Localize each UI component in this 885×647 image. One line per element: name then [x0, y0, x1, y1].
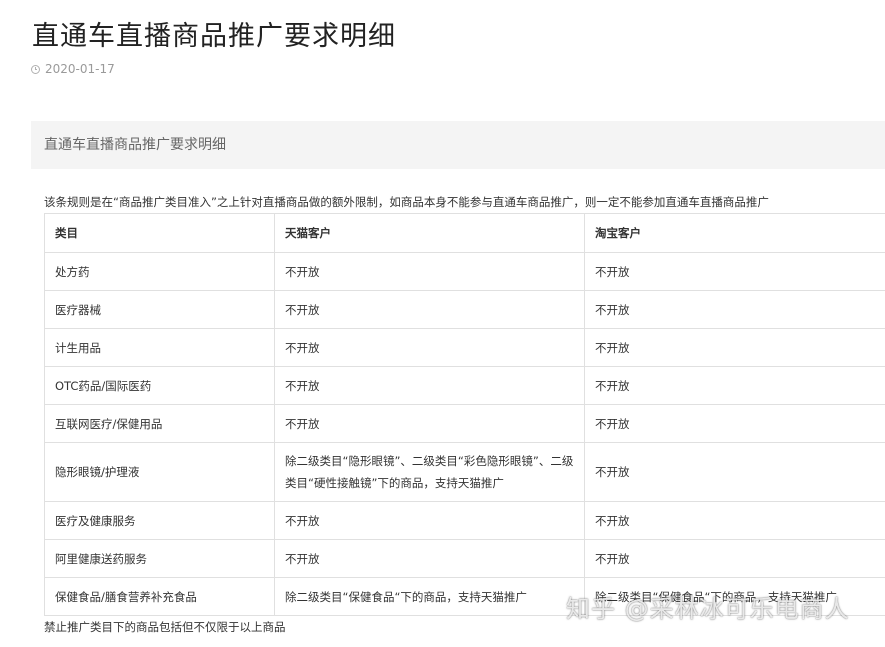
cell-tmall: 不开放	[274, 366, 585, 405]
cell-taobao: 不开放	[584, 252, 885, 291]
cell-taobao: 不开放	[584, 366, 885, 405]
rules-table: 类目 天猫客户 淘宝客户 处方药 不开放 不开放 医疗器械 不开放 不开放 计生…	[44, 213, 885, 616]
cell-category: OTC药品/国际医药	[44, 366, 275, 405]
footer-note: 禁止推广类目下的商品包括但不仅限于以上商品	[44, 620, 286, 634]
cell-category: 计生用品	[44, 328, 275, 367]
header-category: 类目	[44, 213, 275, 253]
cell-taobao: 不开放	[584, 539, 885, 578]
table-row: 计生用品 不开放 不开放	[44, 328, 885, 367]
header-taobao: 淘宝客户	[584, 213, 885, 253]
table-row: 处方药 不开放 不开放	[44, 252, 885, 291]
cell-tmall: 不开放	[274, 252, 585, 291]
publish-date: 2020-01-17	[31, 62, 115, 76]
cell-category: 医疗及健康服务	[44, 501, 275, 540]
cell-taobao: 不开放	[584, 501, 885, 540]
cell-category: 互联网医疗/保健用品	[44, 404, 275, 443]
table-header-row: 类目 天猫客户 淘宝客户	[44, 213, 885, 253]
cell-tmall: 除二级类目“隐形眼镜”、二级类目“彩色隐形眼镜”、二级类目“硬性接触镜”下的商品…	[274, 442, 585, 502]
cell-category: 保健食品/膳食营养补充食品	[44, 577, 275, 616]
cell-tmall: 不开放	[274, 501, 585, 540]
section-header: 直通车直播商品推广要求明细	[31, 121, 885, 169]
cell-taobao: 不开放	[584, 404, 885, 443]
cell-tmall: 不开放	[274, 328, 585, 367]
intro-text: 该条规则是在“商品推广类目准入”之上针对直播商品做的额外限制，如商品本身不能参与…	[44, 195, 769, 209]
article-page: 直通车直播商品推广要求明细 2020-01-17 直通车直播商品推广要求明细 该…	[0, 0, 885, 647]
table-row: 隐形眼镜/护理液 除二级类目“隐形眼镜”、二级类目“彩色隐形眼镜”、二级类目“硬…	[44, 442, 885, 502]
header-tmall: 天猫客户	[274, 213, 585, 253]
table-row: 医疗器械 不开放 不开放	[44, 290, 885, 329]
cell-category: 阿里健康送药服务	[44, 539, 275, 578]
cell-tmall: 除二级类目“保健食品“下的商品，支持天猫推广	[274, 577, 585, 616]
page-title: 直通车直播商品推广要求明细	[32, 21, 396, 52]
cell-category: 医疗器械	[44, 290, 275, 329]
cell-taobao: 不开放	[584, 290, 885, 329]
cell-category: 处方药	[44, 252, 275, 291]
cell-taobao: 不开放	[584, 328, 885, 367]
table-row: 医疗及健康服务 不开放 不开放	[44, 501, 885, 540]
cell-tmall: 不开放	[274, 539, 585, 578]
cell-tmall: 不开放	[274, 404, 585, 443]
cell-taobao: 不开放	[584, 442, 885, 502]
clock-icon	[31, 64, 40, 74]
cell-tmall: 不开放	[274, 290, 585, 329]
watermark: 知乎 @采林冰可乐电商人	[566, 595, 850, 623]
publish-date-text: 2020-01-17	[45, 62, 115, 76]
table-row: 阿里健康送药服务 不开放 不开放	[44, 539, 885, 578]
cell-category: 隐形眼镜/护理液	[44, 442, 275, 502]
table-row: 互联网医疗/保健用品 不开放 不开放	[44, 404, 885, 443]
table-row: OTC药品/国际医药 不开放 不开放	[44, 366, 885, 405]
